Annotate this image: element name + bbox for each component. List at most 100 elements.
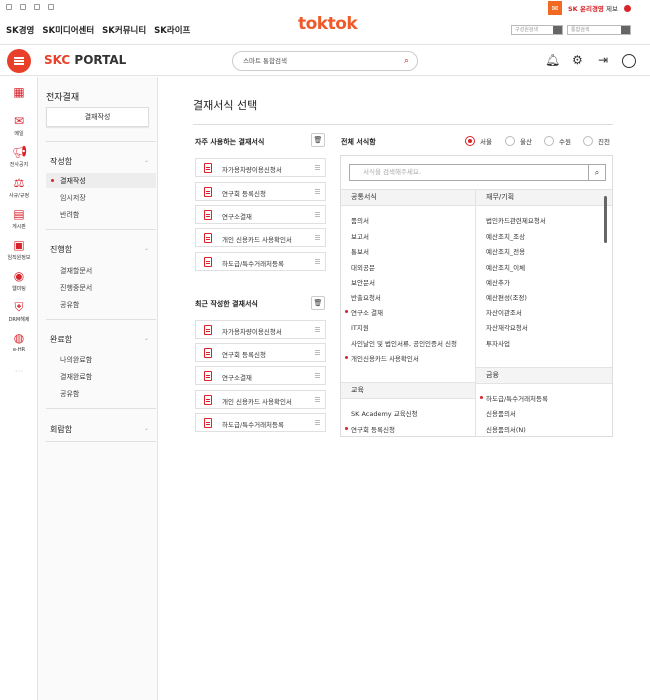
rail-mail[interactable]: ✉ 메일 [0, 114, 38, 137]
rail-more-icon[interactable]: ··· [0, 367, 38, 377]
recent-form-item[interactable]: 개인 신용카드 사용확인서 [195, 390, 326, 409]
form-search-input[interactable]: 서식을 검색해주세요. ⌕ [349, 164, 606, 181]
chevron-down-icon[interactable]: ⌄ [144, 425, 149, 432]
form-list-item[interactable]: 통보서 [351, 246, 369, 256]
window-icon[interactable] [6, 4, 12, 10]
form-list-item[interactable]: 보안문서 [351, 277, 375, 287]
section-complete-title[interactable]: 완료함 [50, 334, 72, 345]
rail-webmeeting[interactable]: ◉ 웹미팅 [0, 269, 38, 292]
recent-form-item[interactable]: 연구회 등록신청 [195, 343, 326, 362]
form-list-item[interactable]: 법인카드관련제요청서 [486, 215, 546, 225]
sidebar-item-approval-complete[interactable]: 결재완료함 [60, 372, 92, 382]
frequent-form-item[interactable]: 연구회 등록신청 [195, 182, 326, 201]
hamburger-menu-button[interactable] [7, 49, 31, 73]
form-list-item[interactable]: 예산조치_조상 [486, 231, 525, 241]
frequent-form-item[interactable]: 자가용차량이용신청서 [195, 158, 326, 177]
form-list-item[interactable]: 예산추가 [486, 277, 510, 287]
rail-employee-info[interactable]: ▣ 임직원정보 [0, 238, 38, 261]
drag-handle-icon[interactable] [315, 327, 320, 328]
form-list-item[interactable]: 자산이관조서 [486, 307, 522, 317]
recent-form-item[interactable]: 하도급/특수거래처등록 [195, 413, 326, 432]
form-list-item[interactable]: 투자사업 [486, 338, 510, 348]
form-list-item[interactable]: 연구회 등록신청 [345, 424, 395, 434]
rail-drm[interactable]: ⛨ DRM해제 [0, 300, 38, 323]
sidebar-item-in-progress[interactable]: 진행중문서 [60, 283, 92, 293]
skc-portal-logo[interactable]: SKC PORTAL [44, 53, 126, 67]
rail-ehr[interactable]: ◍ e-HR [0, 331, 38, 353]
frequent-form-item[interactable]: 하도급/특수거래처등록 [195, 252, 326, 271]
drag-handle-icon[interactable] [315, 165, 320, 166]
search-icon[interactable]: ⌕ [404, 56, 409, 66]
form-list-item[interactable]: 예산조치_이체 [486, 262, 525, 272]
drag-handle-icon[interactable] [315, 373, 320, 374]
sidebar-item-to-approve[interactable]: 결재할문서 [60, 266, 92, 276]
form-list-item[interactable]: 신용품의서(N) [486, 424, 526, 434]
calendar-small-icon[interactable] [34, 4, 40, 10]
mail-small-icon[interactable] [20, 4, 26, 10]
drag-handle-icon[interactable] [315, 420, 320, 421]
search-icon[interactable]: ⌕ [588, 165, 605, 180]
location-radio-seoul[interactable]: 서울 [465, 136, 492, 146]
phone-small-icon[interactable] [48, 4, 54, 10]
ethics-report-link[interactable]: ✉ SK 윤리경영 제보 [548, 0, 618, 16]
form-list-item[interactable]: 자산재각요청서 [486, 322, 528, 332]
rail-rules[interactable]: ⚖ 사규/규정 [0, 176, 38, 199]
logout-icon[interactable]: ⇥ [598, 53, 608, 67]
form-list-item[interactable]: 품의서 [351, 215, 369, 225]
toktok-logo[interactable]: toktok [298, 14, 358, 34]
location-radio-ulsan[interactable]: 울산 [505, 136, 532, 146]
rail-notice[interactable]: 📢︎ 전사공지 [0, 145, 38, 168]
location-radio-suwon[interactable]: 수원 [544, 136, 571, 146]
form-list-item[interactable]: IT지원 [351, 322, 369, 332]
recent-form-item[interactable]: 자가용차량이용신청서 [195, 320, 326, 339]
notification-dot-icon[interactable] [624, 5, 631, 12]
compose-button[interactable]: 결재작성 [46, 107, 149, 127]
top-link-management[interactable]: SK경영 [6, 24, 34, 36]
drag-handle-icon[interactable] [315, 397, 320, 398]
form-list-item[interactable]: 하도급/특수거래처등록 [480, 393, 548, 403]
avatar[interactable] [622, 54, 636, 68]
chevron-down-icon[interactable]: ⌄ [144, 335, 149, 342]
form-list-item[interactable]: 예산편성(조정) [486, 292, 527, 302]
rail-apps[interactable]: ▦ [0, 85, 38, 101]
integrated-search-input[interactable]: 통합검색 [567, 25, 631, 35]
sidebar-item-shared[interactable]: 공유함 [60, 300, 79, 310]
form-list-item[interactable]: 사인날인 및 법인서류, 공인인증서 신청 [351, 338, 457, 348]
bell-icon[interactable]: 🔔︎ [545, 53, 560, 67]
form-list-item[interactable]: 예산조치_전용 [486, 246, 525, 256]
top-link-life[interactable]: SK라이프 [154, 24, 190, 36]
gear-icon[interactable]: ⚙ [572, 53, 583, 67]
drag-handle-icon[interactable] [315, 235, 320, 236]
section-progress-title[interactable]: 진행함 [50, 244, 72, 255]
rail-board[interactable]: ▤ 게시판 [0, 207, 38, 230]
form-list-item[interactable]: SK Academy 교육신청 [351, 408, 418, 418]
member-search-button[interactable] [553, 26, 562, 34]
drag-handle-icon[interactable] [315, 189, 320, 190]
smart-search-input[interactable]: 스마트 통합검색 ⌕ [232, 51, 418, 71]
drag-handle-icon[interactable] [315, 212, 320, 213]
sidebar-item-temp-saved[interactable]: 임시저장 [60, 193, 86, 203]
section-drafts-title[interactable]: 작성함 [50, 156, 72, 167]
top-link-media-center[interactable]: SK미디어센터 [42, 24, 94, 36]
form-list-item[interactable]: 개인신용카드 사용확인서 [345, 353, 419, 363]
trash-icon[interactable]: 🗑︎ [311, 296, 325, 310]
chevron-down-icon[interactable]: ⌄ [144, 157, 149, 164]
frequent-form-item[interactable]: 개인 신용카드 사용확인서 [195, 228, 326, 247]
form-list-item[interactable]: 신용품의서 [486, 408, 516, 418]
sidebar-item-returned[interactable]: 반려함 [60, 210, 79, 220]
sidebar-item-my-complete[interactable]: 나의완료함 [60, 355, 92, 365]
location-radio-jincheon[interactable]: 진천 [583, 136, 610, 146]
form-list-item[interactable]: 대외공문 [351, 262, 375, 272]
top-link-community[interactable]: SK커뮤니티 [102, 24, 146, 36]
recent-form-item[interactable]: 연구소결재 [195, 366, 326, 385]
drag-handle-icon[interactable] [315, 350, 320, 351]
drag-handle-icon[interactable] [315, 259, 320, 260]
form-list-item[interactable]: 연구소 결재 [345, 307, 383, 317]
sidebar-item-compose[interactable]: 결재작성 [51, 176, 86, 186]
member-search-input[interactable]: 구성원검색 [511, 25, 563, 35]
frequent-form-item[interactable]: 연구소결재 [195, 205, 326, 224]
scrollbar[interactable] [604, 196, 607, 243]
trash-icon[interactable]: 🗑︎ [311, 133, 325, 147]
form-list-item[interactable]: 보고서 [351, 231, 369, 241]
section-circulation-title[interactable]: 회람함 [50, 424, 72, 435]
